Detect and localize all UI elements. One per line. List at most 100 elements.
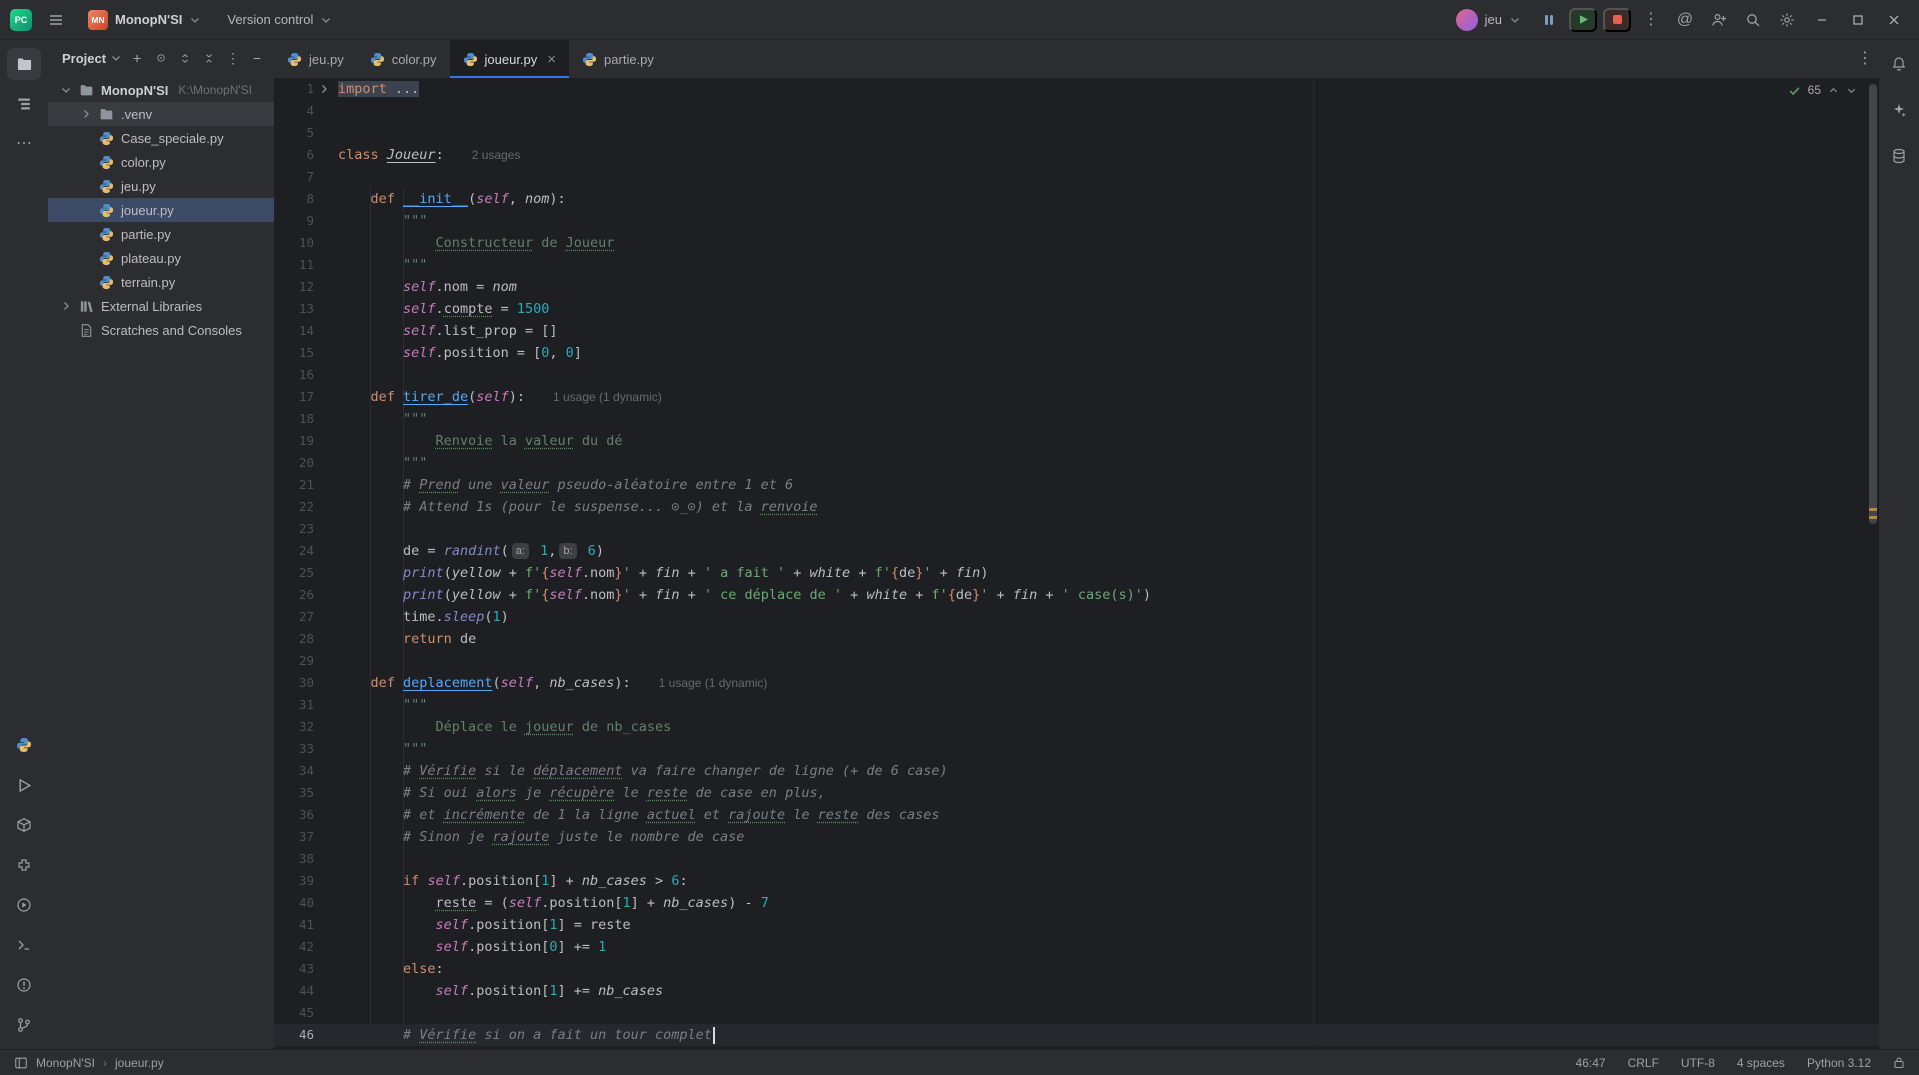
line-number[interactable]: 33 — [274, 738, 338, 760]
code-line[interactable]: 38 — [274, 848, 1879, 870]
code-line[interactable]: 6class Joueur:2 usages — [274, 144, 1879, 166]
plugins-tool-button[interactable] — [7, 849, 41, 881]
line-number[interactable]: 8 — [274, 188, 338, 210]
line-number[interactable]: 9 — [274, 210, 338, 232]
code-line[interactable]: 40 reste = (self.position[1] + nb_cases)… — [274, 892, 1879, 914]
usages-annotation[interactable]: 1 usage (1 dynamic) — [659, 676, 768, 690]
fold-chevron-icon[interactable] — [318, 83, 330, 95]
code-line[interactable]: 14 self.list_prop = [] — [274, 320, 1879, 342]
project-selector[interactable]: MN MonopN'SI — [80, 6, 209, 34]
line-number[interactable]: 11 — [274, 254, 338, 276]
warning-stripe-mark[interactable] — [1869, 508, 1877, 511]
select-opened-file-button[interactable] — [150, 47, 172, 69]
line-number[interactable]: 34 — [274, 760, 338, 782]
line-number[interactable]: 39 — [274, 870, 338, 892]
user-account-widget[interactable]: jeu — [1448, 5, 1529, 35]
code-line[interactable]: 33 """ — [274, 738, 1879, 760]
stop-button[interactable] — [1603, 8, 1631, 32]
code-line[interactable]: 16 — [274, 364, 1879, 386]
tree-item-Case_speciale.py[interactable]: Case_speciale.py — [48, 126, 274, 150]
pause-icon[interactable] — [1535, 6, 1563, 34]
tree-item-plateau.py[interactable]: plateau.py — [48, 246, 274, 270]
indent-setting[interactable]: 4 spaces — [1737, 1056, 1785, 1070]
python-interpreter[interactable]: Python 3.12 — [1807, 1056, 1871, 1070]
tab-jeu.py[interactable]: jeu.py — [274, 40, 357, 78]
tree-item-joueur.py[interactable]: joueur.py — [48, 198, 274, 222]
tool-window-layout-icon[interactable] — [14, 1056, 28, 1070]
line-number[interactable]: 31 — [274, 694, 338, 716]
project-tool-button[interactable] — [7, 48, 41, 80]
editor[interactable]: 1import ...456class Joueur:2 usages78 de… — [274, 78, 1879, 1049]
chevron-down-icon[interactable] — [58, 84, 74, 96]
line-number[interactable]: 25 — [274, 562, 338, 584]
code-line[interactable]: 17 def tirer_de(self):1 usage (1 dynamic… — [274, 386, 1879, 408]
line-number[interactable]: 27 — [274, 606, 338, 628]
minimize-button[interactable] — [1807, 6, 1837, 34]
expand-all-button[interactable] — [174, 47, 196, 69]
code-line[interactable]: 31 """ — [274, 694, 1879, 716]
tree-item-partie.py[interactable]: partie.py — [48, 222, 274, 246]
line-number[interactable]: 22 — [274, 496, 338, 518]
maximize-button[interactable] — [1843, 6, 1873, 34]
tab-joueur.py[interactable]: joueur.py× — [450, 40, 570, 78]
code-line[interactable]: 20 """ — [274, 452, 1879, 474]
notifications-button[interactable] — [1882, 48, 1916, 80]
tree-item-terrain.py[interactable]: terrain.py — [48, 270, 274, 294]
tab-partie.py[interactable]: partie.py — [569, 40, 667, 78]
more-tool-windows-button[interactable]: ⋯ — [7, 128, 41, 160]
version-control-tool-button[interactable] — [7, 1009, 41, 1041]
tree-item-MonopN'SI[interactable]: MonopN'SIK:\MonopN'SI — [48, 78, 274, 102]
code-line[interactable]: 21 # Prend une valeur pseudo-aléatoire e… — [274, 474, 1879, 496]
code-line[interactable]: 26 print(yellow + f'{self.nom}' + fin + … — [274, 584, 1879, 606]
line-number[interactable]: 32 — [274, 716, 338, 738]
line-number[interactable]: 16 — [274, 364, 338, 386]
code-line[interactable]: 25 print(yellow + f'{self.nom}' + fin + … — [274, 562, 1879, 584]
line-number[interactable]: 28 — [274, 628, 338, 650]
services-tool-button[interactable] — [7, 889, 41, 921]
code-line[interactable]: 1import ... — [274, 78, 1879, 100]
code-line[interactable]: 10 Constructeur de Joueur — [274, 232, 1879, 254]
line-number[interactable]: 4 — [274, 100, 338, 122]
tree-item-color.py[interactable]: color.py — [48, 150, 274, 174]
code-line[interactable]: 35 # Si oui alors je récupère le reste d… — [274, 782, 1879, 804]
search-everywhere-button[interactable] — [1739, 6, 1767, 34]
line-number[interactable]: 36 — [274, 804, 338, 826]
editor-scrollbar[interactable] — [1869, 84, 1877, 524]
code-line[interactable]: 30 def deplacement(self, nb_cases):1 usa… — [274, 672, 1879, 694]
code-line[interactable]: 24 de = randint(a: 1,b: 6) — [274, 540, 1879, 562]
add-button[interactable] — [126, 47, 148, 69]
ai-assistant-button[interactable] — [1882, 94, 1916, 126]
code-line[interactable]: 46 # Vérifie si on a fait un tour comple… — [274, 1024, 1879, 1046]
line-number[interactable]: 19 — [274, 430, 338, 452]
line-number[interactable]: 23 — [274, 518, 338, 540]
line-number[interactable]: 14 — [274, 320, 338, 342]
python-packages-tool-button[interactable] — [7, 809, 41, 841]
line-number[interactable]: 20 — [274, 452, 338, 474]
code-line[interactable]: 7 — [274, 166, 1879, 188]
code-line[interactable]: 5 — [274, 122, 1879, 144]
terminal-tool-button[interactable] — [7, 929, 41, 961]
code-line[interactable]: 42 self.position[0] += 1 — [274, 936, 1879, 958]
line-number[interactable]: 12 — [274, 276, 338, 298]
breadcrumb-project[interactable]: MonopN'SI — [36, 1056, 95, 1070]
tab-color.py[interactable]: color.py — [357, 40, 450, 78]
code-line[interactable]: 15 self.position = [0, 0] — [274, 342, 1879, 364]
code-line[interactable]: 37 # Sinon je rajoute juste le nombre de… — [274, 826, 1879, 848]
project-panel-title[interactable]: Project — [62, 51, 106, 66]
line-ending[interactable]: CRLF — [1628, 1056, 1659, 1070]
run-button[interactable] — [1569, 8, 1597, 32]
collapse-all-button[interactable] — [198, 47, 220, 69]
run-tool-button[interactable] — [7, 769, 41, 801]
line-number[interactable]: 35 — [274, 782, 338, 804]
line-number[interactable]: 40 — [274, 892, 338, 914]
problems-tool-button[interactable] — [7, 969, 41, 1001]
line-number[interactable]: 30 — [274, 672, 338, 694]
tree-item-Scratches and Consoles[interactable]: Scratches and Consoles — [48, 318, 274, 342]
main-menu-button[interactable] — [42, 6, 70, 34]
chevron-right-icon[interactable] — [58, 300, 74, 312]
tab-list-button[interactable]: ⋮ — [1851, 45, 1879, 73]
line-number[interactable]: 15 — [274, 342, 338, 364]
code-line[interactable]: 22 # Attend 1s (pour le suspense... ⊙_⊙)… — [274, 496, 1879, 518]
settings-button[interactable] — [1773, 6, 1801, 34]
usages-annotation[interactable]: 2 usages — [472, 148, 521, 162]
